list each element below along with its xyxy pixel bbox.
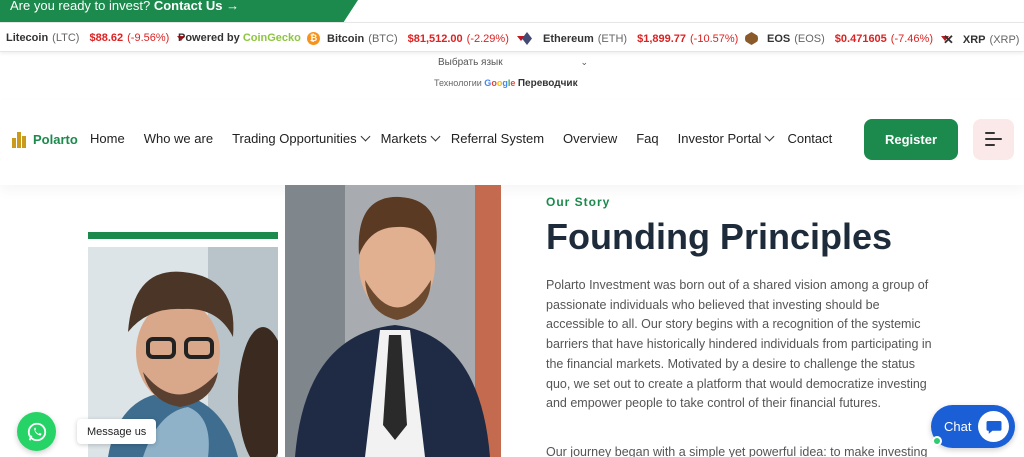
chat-bubble-icon	[978, 411, 1009, 442]
story-paragraph-2: Our journey began with a simple yet powe…	[546, 445, 928, 457]
google-logo: Google	[484, 78, 516, 88]
contact-us-link[interactable]: Contact Us →	[154, 0, 239, 13]
logo-icon	[12, 130, 30, 148]
whatsapp-label[interactable]: Message us	[77, 419, 157, 444]
promo-text: Are you ready to invest? Contact Us →	[10, 0, 239, 13]
nav-referral-system[interactable]: Referral System	[451, 131, 544, 146]
ticker-item-eos[interactable]: EOS (EOS) $0.471605 (-7.46%)	[745, 32, 949, 45]
chevron-down-icon: ⌄	[580, 57, 588, 67]
bitcoin-icon: ₿	[307, 32, 320, 45]
chat-widget-button[interactable]: Chat	[931, 405, 1015, 448]
chevron-down-icon	[430, 131, 441, 142]
nav-trading-opportunities[interactable]: Trading Opportunities	[232, 131, 371, 146]
nav-contact[interactable]: Contact	[787, 131, 832, 146]
ticker-item-bitcoin[interactable]: ₿ Bitcoin (BTC) $81,512.00 (-2.29%)	[307, 32, 525, 45]
ethereum-icon	[522, 32, 532, 45]
google-translate-attribution: Технологии Google Переводчик	[434, 78, 578, 89]
site-header: Polarto Home Who we are Trading Opportun…	[0, 100, 1024, 185]
online-status-dot	[932, 436, 942, 446]
nav-faq[interactable]: Faq	[636, 131, 658, 146]
nav-investor-portal[interactable]: Investor Portal	[678, 131, 775, 146]
site-logo[interactable]: Polarto	[12, 130, 78, 148]
whatsapp-button[interactable]	[17, 412, 56, 451]
menu-icon	[985, 132, 995, 134]
chevron-down-icon	[360, 131, 371, 142]
story-paragraph: Polarto Investment was born out of a sha…	[546, 278, 932, 411]
ticker-item-xrp[interactable]: ✕ XRP (XRP) $2	[943, 32, 1024, 48]
ticker-item-litecoin[interactable]: Litecoin (LTC) $88.62 (-9.56%)	[6, 32, 186, 44]
promo-question: Are you ready to invest?	[10, 0, 151, 13]
register-button[interactable]: Register	[864, 119, 958, 160]
whatsapp-icon	[27, 422, 46, 441]
chat-label: Chat	[944, 419, 972, 434]
chevron-down-icon	[765, 131, 775, 142]
crypto-ticker: Litecoin (LTC) $88.62 (-9.56%) Powered b…	[0, 22, 1024, 52]
page-title: Founding Principles	[546, 216, 893, 257]
language-select[interactable]: Выбрать язык ⌄	[432, 57, 592, 71]
xrp-icon: ✕	[943, 32, 954, 47]
businessman-photo	[285, 185, 501, 457]
nav-home[interactable]: Home	[90, 131, 125, 146]
eos-icon	[745, 32, 758, 45]
accent-bar	[88, 232, 278, 239]
powered-by-coingecko[interactable]: Powered by CoinGecko	[178, 32, 301, 44]
menu-button[interactable]	[973, 119, 1014, 160]
nav-who-we-are[interactable]: Who we are	[144, 131, 213, 146]
nav-markets[interactable]: Markets	[381, 131, 441, 146]
ticker-item-ethereum[interactable]: Ethereum (ETH) $1,899.77 (-10.57%)	[522, 32, 755, 45]
nav-overview[interactable]: Overview	[563, 131, 617, 146]
section-eyebrow: Our Story	[546, 195, 611, 209]
main-nav: Home Who we are Trading Opportunities Ma…	[90, 131, 832, 146]
